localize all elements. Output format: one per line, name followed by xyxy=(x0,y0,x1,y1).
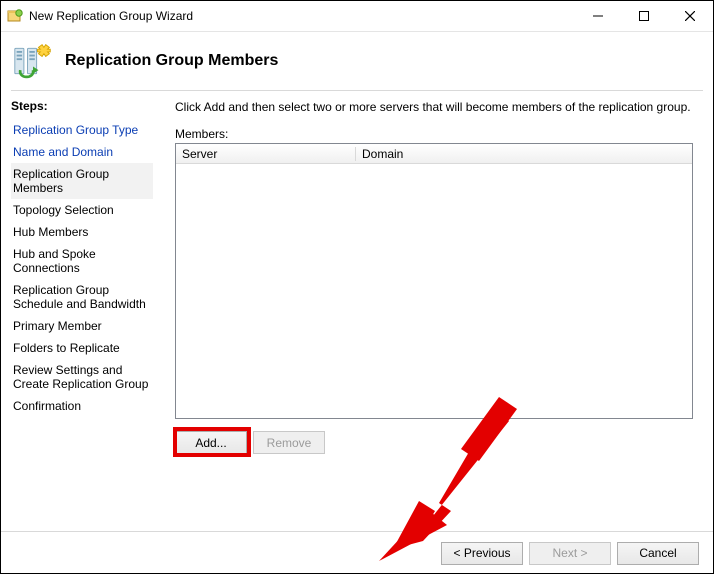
app-icon xyxy=(7,8,23,24)
column-header-server[interactable]: Server xyxy=(176,147,356,161)
step-10: Confirmation xyxy=(11,395,153,417)
page-header: Replication Group Members xyxy=(1,32,713,90)
members-label: Members: xyxy=(175,127,693,141)
next-button: Next > xyxy=(529,542,611,565)
step-7: Primary Member xyxy=(11,315,153,337)
remove-button: Remove xyxy=(253,431,325,454)
steps-heading: Steps: xyxy=(11,99,153,113)
page-title: Replication Group Members xyxy=(65,52,278,70)
column-header-domain[interactable]: Domain xyxy=(356,147,692,161)
window-title: New Replication Group Wizard xyxy=(29,9,193,23)
step-3: Topology Selection xyxy=(11,199,153,221)
steps-sidebar: Steps: Replication Group TypeName and Do… xyxy=(1,91,159,531)
wizard-window: New Replication Group Wizard Replication… xyxy=(0,0,714,574)
step-4: Hub Members xyxy=(11,221,153,243)
step-5: Hub and Spoke Connections xyxy=(11,243,153,279)
steps-list: Replication Group TypeName and DomainRep… xyxy=(11,119,153,417)
previous-button[interactable]: < Previous xyxy=(441,542,523,565)
step-8: Folders to Replicate xyxy=(11,337,153,359)
members-grid[interactable]: Server Domain xyxy=(175,143,693,419)
step-0[interactable]: Replication Group Type xyxy=(11,119,153,141)
wizard-footer: < Previous Next > Cancel xyxy=(1,531,713,574)
step-6: Replication Group Schedule and Bandwidth xyxy=(11,279,153,315)
step-9: Review Settings and Create Replication G… xyxy=(11,359,153,395)
cancel-button[interactable]: Cancel xyxy=(617,542,699,565)
step-1[interactable]: Name and Domain xyxy=(11,141,153,163)
maximize-button[interactable] xyxy=(621,1,667,31)
close-button[interactable] xyxy=(667,1,713,31)
titlebar: New Replication Group Wizard xyxy=(1,1,713,32)
grid-header: Server Domain xyxy=(176,144,692,164)
minimize-button[interactable] xyxy=(575,1,621,31)
add-button[interactable]: Add... xyxy=(175,431,247,454)
main-panel: Click Add and then select two or more se… xyxy=(159,91,713,531)
instruction-text: Click Add and then select two or more se… xyxy=(175,99,693,115)
wizard-icon xyxy=(13,41,53,81)
step-2: Replication Group Members xyxy=(11,163,153,199)
